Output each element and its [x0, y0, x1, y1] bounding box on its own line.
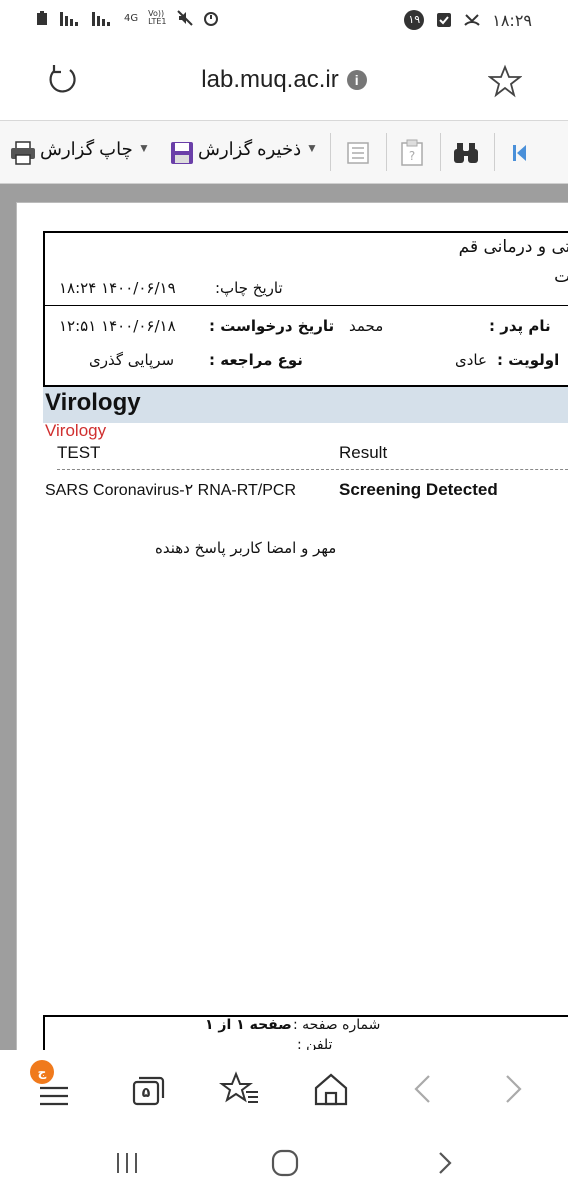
- section-subtitle: Virology: [45, 421, 107, 440]
- print-report-button[interactable]: چاپ گزارش: [40, 139, 133, 160]
- bookmark-star-icon[interactable]: [488, 64, 522, 98]
- toolbar-separator: [386, 133, 387, 171]
- table-divider: [57, 469, 568, 470]
- menu-badge: ج: [30, 1060, 54, 1084]
- forward-button[interactable]: [490, 1066, 536, 1112]
- signal-icon-2: [92, 12, 110, 26]
- url-text[interactable]: lab.muq.ac.ir: [201, 66, 338, 93]
- alarm-icon: [203, 12, 218, 26]
- save-report-button[interactable]: ذخیره گزارش: [198, 139, 301, 160]
- visit-type-label: نوع مراجعه :: [209, 351, 303, 369]
- network-type: 4G: [124, 12, 139, 24]
- mute-icon: [176, 10, 193, 26]
- header-divider: [45, 305, 568, 306]
- volte-label: Vo)) LTE1: [148, 9, 167, 26]
- status-bar: 4G Vo)) LTE1 ۱۹ ۱۸:۲۹: [0, 0, 568, 42]
- back-system-icon[interactable]: [430, 1148, 460, 1178]
- first-page-icon[interactable]: [510, 143, 530, 163]
- bookmarks-star-list-icon: [219, 1071, 258, 1103]
- bookmarks-button[interactable]: [218, 1066, 264, 1112]
- priority-label: اولویت :: [497, 351, 560, 369]
- toolbar-separator: [330, 133, 331, 171]
- print-date-label: تاریخ چاپ:: [215, 279, 283, 297]
- priority-value: عادی: [455, 351, 487, 369]
- chevron-left-icon: [414, 1075, 430, 1103]
- notification-badge: ۱۹: [404, 10, 425, 30]
- chevron-right-icon: [506, 1075, 522, 1103]
- report-page: شتی و درمانی قم شت تاریخ چاپ: ۱۴۰۰/۰۶/۱۹…: [16, 202, 568, 1062]
- toolbar-separator: [440, 133, 441, 171]
- document-outline-icon[interactable]: [346, 141, 370, 165]
- test-name: SARS Coronavirus-۲ RNA-RT/PCR: [45, 482, 297, 499]
- toolbar-separator: [494, 133, 495, 171]
- checkbox-notification-icon: [437, 13, 452, 27]
- report-viewer: شتی و درمانی قم شت تاریخ چاپ: ۱۴۰۰/۰۶/۱۹…: [0, 184, 568, 1062]
- printer-icon[interactable]: [10, 141, 36, 165]
- print-date-value: ۱۴۰۰/۰۶/۱۹ ۱۸:۲۴: [59, 279, 176, 297]
- recent-apps-icon[interactable]: [112, 1148, 142, 1178]
- save-dropdown-icon[interactable]: ▼: [306, 141, 318, 155]
- father-name-value: محمد: [349, 317, 384, 335]
- page-number-label: شماره صفحه :: [293, 1017, 381, 1033]
- organization-name: شتی و درمانی قم: [458, 237, 568, 257]
- browser-bottom-nav: ج ۵: [0, 1050, 568, 1126]
- visit-type-value: سرپایی گذری: [89, 351, 175, 369]
- report-header: شتی و درمانی قم شت تاریخ چاپ: ۱۴۰۰/۰۶/۱۹…: [43, 231, 568, 387]
- request-date-value: ۱۴۰۰/۰۶/۱۸ ۱۲:۵۱: [59, 317, 176, 335]
- page-number-value: صفحه ۱ از ۱: [205, 1017, 292, 1033]
- status-time: ۱۸:۲۹: [492, 10, 532, 30]
- home-button[interactable]: [308, 1066, 354, 1112]
- home-system-icon[interactable]: [268, 1146, 302, 1180]
- battery-icon: [37, 11, 47, 25]
- test-result: Screening Detected: [339, 480, 498, 499]
- missed-call-icon: [464, 14, 480, 26]
- system-navigation-bar: [0, 1126, 568, 1200]
- home-icon: [314, 1073, 348, 1106]
- save-floppy-icon[interactable]: [170, 141, 194, 165]
- column-header-test: TEST: [57, 443, 101, 462]
- column-header-result: Result: [339, 443, 388, 462]
- section-header: Virology: [43, 387, 568, 423]
- address-bar: lab.muq.ac.ir i: [0, 42, 568, 118]
- tabs-button[interactable]: ۵: [124, 1066, 170, 1112]
- signature-label: مهر و امضا کاربر پاسخ دهنده: [155, 539, 337, 557]
- father-name-label: نام پدر :: [489, 317, 551, 335]
- print-dropdown-icon[interactable]: ▼: [138, 141, 150, 155]
- request-date-label: تاریخ درخواست :: [209, 317, 335, 335]
- tabs-count: ۵: [141, 1085, 151, 1101]
- url-display[interactable]: lab.muq.ac.ir i: [0, 66, 568, 94]
- info-icon[interactable]: i: [346, 70, 367, 90]
- organization-subname: شت: [554, 267, 568, 287]
- back-button[interactable]: [400, 1066, 446, 1112]
- section-title: Virology: [45, 389, 141, 416]
- clipboard-help-icon[interactable]: ?: [400, 139, 424, 167]
- report-toolbar: چاپ گزارش ▼ ذخیره گزارش ▼ ?: [0, 120, 568, 184]
- svg-text:?: ?: [409, 149, 415, 163]
- signal-icon-1: [60, 12, 78, 26]
- binoculars-search-icon[interactable]: [452, 141, 480, 165]
